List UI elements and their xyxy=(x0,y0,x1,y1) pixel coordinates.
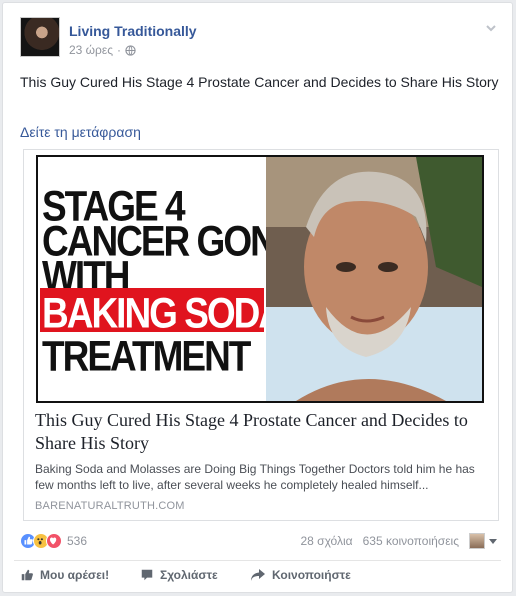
shares-count[interactable]: 635 κοινοποιήσεις xyxy=(363,534,459,548)
share-label: Κοινοποιήστε xyxy=(272,568,351,582)
image-text-panel: STAGE 4 CANCER GONE WITH BAKING SODA TRE… xyxy=(38,157,300,401)
like-label: Μου αρέσει! xyxy=(40,568,110,582)
link-preview-image[interactable]: STAGE 4 CANCER GONE WITH BAKING SODA TRE… xyxy=(36,155,484,403)
man-photo xyxy=(266,157,482,401)
post-message: This Guy Cured His Stage 4 Prostate Canc… xyxy=(20,74,499,90)
page-name-link[interactable]: Living Traditionally xyxy=(69,23,197,39)
reactions-summary[interactable]: 536 xyxy=(20,533,87,549)
link-preview[interactable]: STAGE 4 CANCER GONE WITH BAKING SODA TRE… xyxy=(23,149,499,521)
link-title[interactable]: This Guy Cured His Stage 4 Prostate Canc… xyxy=(35,409,495,455)
comment-label: Σχολιάστε xyxy=(160,568,218,582)
link-domain: BARENATURALTRUTH.COM xyxy=(35,500,185,512)
action-bar: Μου αρέσει! Σχολιάστε Κοινοποιήστε xyxy=(20,568,351,582)
image-line-5: TREATMENT xyxy=(42,332,251,380)
thumbs-up-icon xyxy=(21,569,33,581)
actions-divider xyxy=(14,560,501,561)
viewer-selector[interactable] xyxy=(469,533,498,549)
love-reaction-icon xyxy=(46,533,62,549)
post-header: Living Traditionally 23 ώρες · xyxy=(20,17,502,61)
post-stats: 536 28 σχόλια 635 κοινοποιήσεις xyxy=(20,533,498,553)
share-button[interactable]: Κοινοποιήστε xyxy=(250,568,351,582)
caret-down-icon xyxy=(489,539,497,544)
link-description: Baking Soda and Molasses are Doing Big T… xyxy=(35,462,475,492)
comments-count[interactable]: 28 σχόλια xyxy=(300,534,352,548)
reactions-count[interactable]: 536 xyxy=(67,534,87,548)
share-icon xyxy=(251,569,265,581)
globe-icon xyxy=(125,44,136,56)
post-card: Living Traditionally 23 ώρες · This Guy … xyxy=(2,2,513,593)
comment-button[interactable]: Σχολιάστε xyxy=(140,568,250,582)
viewer-avatar xyxy=(469,533,485,549)
page-avatar[interactable] xyxy=(20,17,60,57)
see-translation-link[interactable]: Δείτε τη μετάφραση xyxy=(20,124,141,140)
chevron-down-icon[interactable] xyxy=(484,21,498,35)
post-meta: 23 ώρες · xyxy=(69,43,136,57)
comment-icon xyxy=(141,569,153,581)
engagement-counts: 28 σχόλια 635 κοινοποιήσεις xyxy=(300,533,498,549)
meta-separator: · xyxy=(117,43,122,57)
like-button[interactable]: Μου αρέσει! xyxy=(20,568,140,582)
image-line-4: BAKING SODA xyxy=(42,289,285,337)
post-timestamp[interactable]: 23 ώρες xyxy=(69,43,113,57)
